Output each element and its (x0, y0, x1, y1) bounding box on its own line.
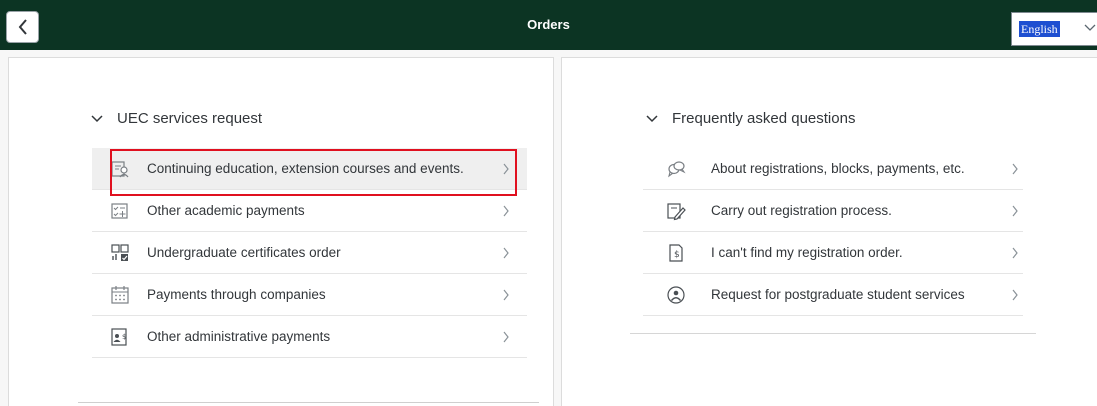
payment-document-icon: $ (666, 243, 686, 263)
support-icon (666, 285, 686, 305)
services-list: Continuing education, extension courses … (92, 148, 527, 358)
svg-text:$: $ (674, 250, 680, 260)
divider (630, 333, 1036, 334)
list-item-label: Other academic payments (147, 203, 305, 218)
list-item[interactable]: $ I can't find my registration order. (643, 232, 1023, 274)
list-item[interactable]: Undergraduate certificates order (92, 232, 527, 274)
svg-text:$: $ (122, 333, 126, 341)
payments-list-icon (110, 201, 130, 221)
list-item-label: Undergraduate certificates order (147, 245, 341, 260)
list-item[interactable]: Continuing education, extension courses … (92, 148, 527, 190)
list-item-label: Other administrative payments (147, 329, 331, 344)
list-item-label: Carry out registration process. (711, 203, 892, 218)
services-section-title: UEC services request (117, 110, 263, 127)
chevron-down-icon (91, 114, 103, 122)
faq-section-header[interactable]: Frequently asked questions (646, 110, 855, 127)
list-item[interactable]: Other academic payments (92, 190, 527, 232)
faq-section-title: Frequently asked questions (672, 110, 856, 127)
page-title: Orders (527, 17, 570, 32)
chevron-right-icon (503, 247, 509, 259)
list-item[interactable]: $ Other administrative payments (92, 316, 527, 358)
list-item-label: Continuing education, extension courses … (147, 161, 464, 176)
list-item-label: About registrations, blocks, payments, e… (711, 161, 965, 176)
list-item[interactable]: Request for postgraduate student service… (643, 274, 1023, 316)
certificate-icon (110, 243, 130, 263)
chevron-right-icon (1012, 289, 1018, 301)
language-selected-value: English (1019, 21, 1060, 37)
edit-document-icon (666, 201, 686, 221)
chevron-right-icon (1012, 247, 1018, 259)
list-item-label: Request for postgraduate student service… (711, 287, 965, 302)
chevron-right-icon (1012, 163, 1018, 175)
list-item-label: I can't find my registration order. (711, 245, 903, 260)
chevron-right-icon (503, 289, 509, 301)
list-item[interactable]: Carry out registration process. (643, 190, 1023, 232)
list-item-label: Payments through companies (147, 287, 326, 302)
shell-header: Orders English (0, 0, 1097, 50)
back-button[interactable] (6, 11, 39, 43)
chevron-right-icon (503, 163, 509, 175)
calendar-icon (110, 285, 130, 305)
list-item[interactable]: About registrations, blocks, payments, e… (643, 148, 1023, 190)
list-item[interactable]: Payments through companies (92, 274, 527, 316)
chevron-down-icon (1084, 24, 1096, 31)
chevron-down-icon (646, 114, 658, 122)
chevron-right-icon (503, 205, 509, 217)
education-icon (110, 159, 130, 179)
services-section-header[interactable]: UEC services request (91, 110, 262, 127)
admin-payment-icon: $ (110, 327, 130, 347)
faq-list: About registrations, blocks, payments, e… (643, 148, 1023, 316)
divider (78, 402, 539, 403)
language-select[interactable]: English (1011, 12, 1097, 46)
chevron-right-icon (1012, 205, 1018, 217)
chevron-left-icon (18, 19, 27, 35)
chevron-right-icon (503, 331, 509, 343)
discussion-icon (666, 159, 686, 179)
